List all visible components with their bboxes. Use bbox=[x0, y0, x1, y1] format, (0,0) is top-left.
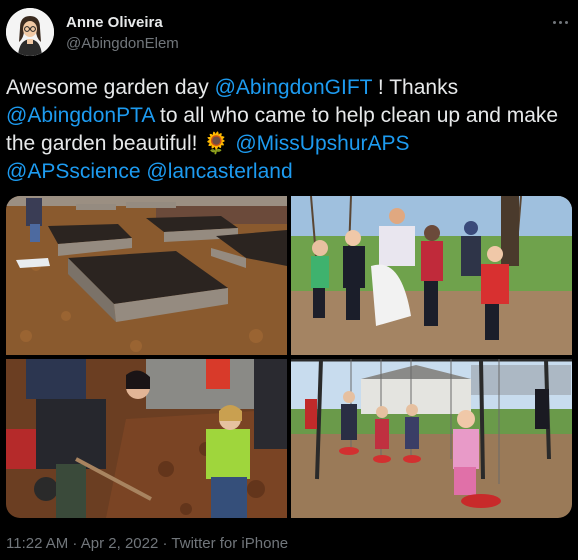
tweet-text: Awesome garden day @AbingdonGIFT ! Thank… bbox=[6, 74, 566, 186]
mention-link[interactable]: @AbingdonGIFT bbox=[215, 76, 373, 99]
meta-separator: · bbox=[158, 535, 172, 552]
mention-link[interactable]: @lancasterland bbox=[146, 160, 292, 183]
avatar[interactable] bbox=[6, 8, 54, 56]
mention-link[interactable]: @MissUpshurAPS bbox=[235, 132, 409, 155]
more-options-icon[interactable] bbox=[548, 10, 572, 34]
tweet-text-part: ! Thanks bbox=[372, 76, 459, 99]
mention-link[interactable]: @APSscience bbox=[6, 160, 141, 183]
mention-link[interactable]: @AbingdonPTA bbox=[6, 104, 154, 127]
sunflower-emoji-icon: 🌻 bbox=[203, 132, 230, 155]
photo-volunteers-mulch[interactable] bbox=[6, 359, 287, 518]
photo-garden-beds[interactable] bbox=[6, 196, 287, 355]
photo-playground[interactable] bbox=[291, 359, 572, 518]
tweet-meta: 11:22 AM · Apr 2, 2022 · Twitter for iPh… bbox=[6, 535, 288, 552]
tweet-source: Twitter for iPhone bbox=[171, 535, 289, 552]
media-grid bbox=[6, 196, 572, 518]
author-name[interactable]: Anne Oliveira bbox=[66, 14, 163, 31]
tweet-time[interactable]: 11:22 AM bbox=[6, 535, 68, 552]
author-handle[interactable]: @AbingdonElem bbox=[66, 35, 179, 52]
tweet-header: Anne Oliveira @AbingdonElem bbox=[0, 0, 578, 64]
tweet-text-part: Awesome garden day bbox=[6, 76, 215, 99]
meta-separator: · bbox=[68, 535, 81, 552]
avatar-illustration bbox=[6, 8, 54, 56]
tweet-date[interactable]: Apr 2, 2022 bbox=[81, 535, 159, 552]
photo-children-leaves[interactable] bbox=[291, 196, 572, 355]
